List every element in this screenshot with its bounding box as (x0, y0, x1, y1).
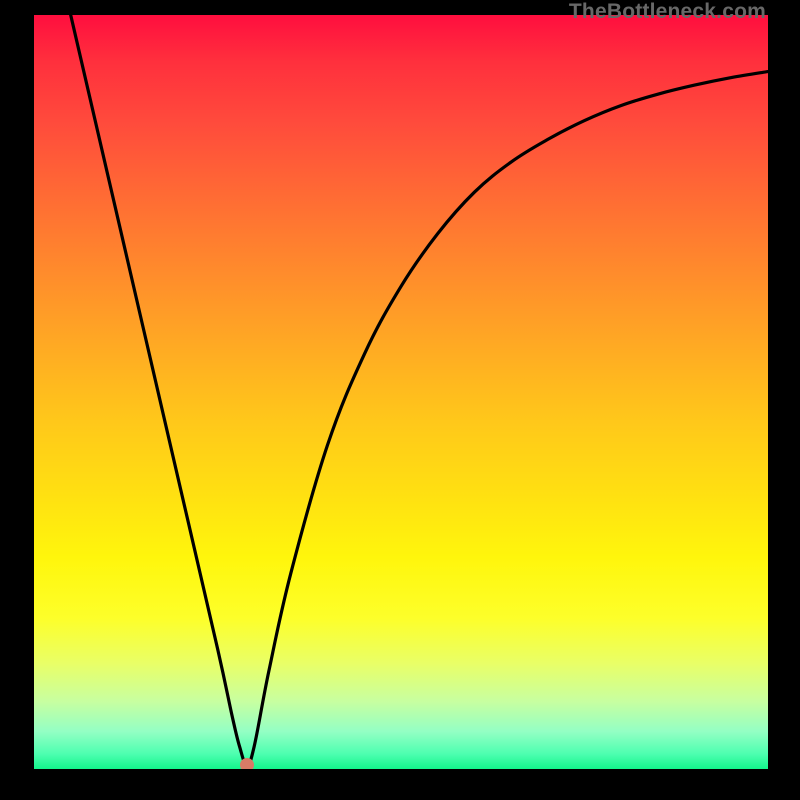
plot-area (34, 15, 768, 769)
optimal-point-marker (240, 758, 254, 769)
bottleneck-curve (71, 15, 768, 765)
watermark-text: TheBottleneck.com (569, 0, 766, 24)
chart-frame: TheBottleneck.com (0, 0, 800, 800)
curve-svg (34, 15, 768, 769)
